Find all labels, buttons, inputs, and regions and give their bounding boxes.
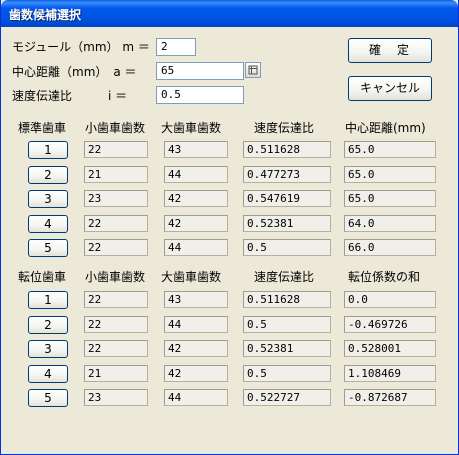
shifted-select-button[interactable]: 1: [28, 291, 68, 309]
module-input[interactable]: 2: [156, 38, 196, 56]
shifted-large-teeth-cell: 44: [164, 315, 228, 333]
standard-center-distance-cell: 64.0: [344, 214, 436, 232]
standard-ratio-cell: 0.477273: [243, 165, 331, 183]
shifted-gear-header: 転位歯車: [18, 270, 67, 284]
standard-ratio-header: 速度伝達比: [254, 121, 315, 135]
confirm-button[interactable]: 確 定: [348, 38, 432, 63]
shifted-small-teeth-cell: 22: [84, 291, 148, 308]
shifted-shift-sum-cell: -0.469726: [344, 315, 436, 333]
module-label: モジュール（mm） m ＝: [12, 40, 150, 54]
standard-ratio-cell: 0.5: [243, 239, 331, 256]
standard-select-button[interactable]: 2: [28, 165, 68, 184]
shifted-large-teeth-cell: 44: [164, 389, 228, 406]
shifted-ratio-cell: 0.511628: [243, 291, 331, 308]
standard-center-distance-header: 中心距離(mm): [345, 121, 426, 135]
shifted-small-teeth-cell: 23: [84, 389, 148, 406]
standard-small-teeth-cell: 22: [84, 239, 148, 256]
standard-small-teeth-header: 小歯車歯数: [85, 121, 146, 135]
standard-small-teeth-cell: 22: [84, 141, 148, 158]
title-bar[interactable]: 歯数候補選択: [1, 0, 458, 27]
shifted-select-button[interactable]: 3: [28, 340, 68, 358]
shifted-ratio-cell: 0.522727: [243, 389, 331, 406]
standard-large-teeth-cell: 44: [164, 165, 228, 183]
shifted-shift-sum-cell: 0.528001: [344, 340, 436, 357]
shifted-large-teeth-cell: 43: [164, 291, 228, 308]
shifted-select-button[interactable]: 2: [28, 315, 68, 334]
shifted-ratio-cell: 0.5: [243, 315, 331, 333]
standard-gear-header: 標準歯車: [18, 121, 67, 135]
shifted-ratio-header: 速度伝達比: [254, 270, 315, 284]
standard-large-teeth-cell: 42: [164, 214, 228, 232]
shifted-small-teeth-cell: 21: [84, 364, 148, 382]
standard-large-teeth-cell: 44: [164, 239, 228, 256]
standard-large-teeth-cell: 42: [164, 190, 228, 207]
shifted-large-teeth-cell: 42: [164, 364, 228, 382]
ellipsis-picker-icon: [248, 65, 258, 75]
shifted-small-teeth-cell: 22: [84, 340, 148, 357]
standard-select-button[interactable]: 3: [28, 190, 68, 208]
standard-center-distance-cell: 65.0: [344, 190, 436, 207]
standard-ratio-cell: 0.52381: [243, 214, 331, 232]
cancel-button[interactable]: キャンセル: [348, 76, 432, 101]
distance-picker-button[interactable]: [245, 62, 261, 78]
shifted-select-button[interactable]: 4: [28, 364, 68, 383]
shifted-small-teeth-cell: 22: [84, 315, 148, 333]
standard-large-teeth-cell: 43: [164, 141, 228, 158]
shifted-select-button[interactable]: 5: [28, 389, 68, 407]
standard-center-distance-cell: 66.0: [344, 239, 436, 256]
standard-small-teeth-cell: 22: [84, 214, 148, 232]
window-title: 歯数候補選択: [9, 8, 82, 22]
standard-select-button[interactable]: 5: [28, 239, 68, 257]
dialog-window: 歯数候補選択 モジュール（mm） m ＝ 2 中心距離（mm） a ＝ 65 速…: [0, 0, 459, 455]
standard-center-distance-cell: 65.0: [344, 141, 436, 158]
standard-ratio-cell: 0.547619: [243, 190, 331, 207]
speed-ratio-input[interactable]: 0.5: [156, 86, 244, 104]
standard-large-teeth-header: 大歯車歯数: [161, 121, 222, 135]
shifted-ratio-cell: 0.52381: [243, 340, 331, 357]
shifted-large-teeth-cell: 42: [164, 340, 228, 357]
shifted-shift-sum-cell: -0.872687: [344, 389, 436, 406]
center-distance-label: 中心距離（mm） a ＝: [12, 65, 137, 79]
standard-small-teeth-cell: 23: [84, 190, 148, 207]
shifted-large-teeth-header: 大歯車歯数: [161, 270, 222, 284]
standard-ratio-cell: 0.511628: [243, 141, 331, 158]
shifted-small-teeth-header: 小歯車歯数: [85, 270, 146, 284]
shifted-shift-sum-header: 転位係数の和: [348, 270, 421, 284]
standard-select-button[interactable]: 1: [28, 141, 68, 159]
standard-select-button[interactable]: 4: [28, 214, 68, 233]
shifted-ratio-cell: 0.5: [243, 364, 331, 382]
center-distance-input[interactable]: 65: [156, 62, 244, 80]
standard-center-distance-cell: 65.0: [344, 165, 436, 183]
shifted-shift-sum-cell: 1.108469: [344, 364, 436, 382]
speed-ratio-label: 速度伝達比 i ＝: [12, 89, 128, 103]
shifted-shift-sum-cell: 0.0: [344, 291, 436, 308]
standard-small-teeth-cell: 21: [84, 165, 148, 183]
